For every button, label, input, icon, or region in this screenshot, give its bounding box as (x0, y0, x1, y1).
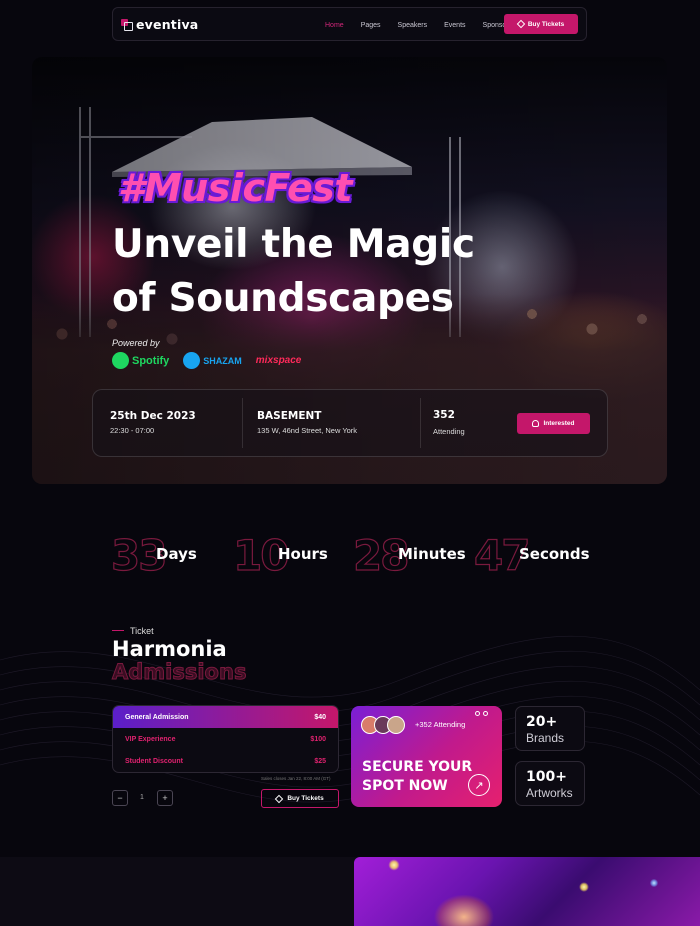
nav-buy-label: Buy Tickets (527, 20, 565, 28)
secure-spot-card[interactable]: +352 Attending SECURE YOUR SPOT NOW ↗ (351, 706, 502, 807)
secure-line-2: SPOT NOW (362, 778, 448, 794)
countdown-seconds-label: Seconds (519, 545, 590, 563)
stat-label: Artworks (526, 786, 573, 800)
nav-buy-tickets-button[interactable]: Buy Tickets (504, 14, 578, 34)
avatar (387, 716, 405, 734)
event-date: 25th Dec 2023 (110, 410, 196, 422)
event-time: 22:30 - 07:00 (110, 426, 155, 435)
ticket-tag-line (112, 630, 124, 631)
user-plus-icon (532, 420, 540, 427)
attending-count-label: +352 Attending (415, 720, 466, 729)
stat-label: Brands (526, 731, 565, 745)
stat-card-brands: 20+ Brands (515, 706, 585, 751)
headline-line-2: of Soundscapes (112, 276, 454, 321)
interested-label: Interested (543, 420, 575, 427)
event-address: 135 W, 46nd Street, New York (257, 426, 358, 435)
sales-close-note: Sales closes Jan 22, 8:00 AM (GT) (261, 776, 331, 781)
ticket-option-name: General Admission (125, 713, 189, 721)
interested-button[interactable]: Interested (517, 413, 590, 434)
nav-link-speakers[interactable]: Speakers (398, 22, 428, 29)
buy-tickets-button[interactable]: Buy Tickets (261, 789, 339, 808)
buy-tickets-label: Buy Tickets (287, 795, 324, 802)
shazam-icon (183, 352, 201, 369)
concert-performer-image (354, 857, 700, 926)
quantity-decrease-button[interactable]: − (112, 790, 128, 806)
quantity-increase-button[interactable]: + (157, 790, 173, 806)
powered-by-label: Powered by (112, 338, 160, 348)
headline-line-1: Unveil the Magic (112, 222, 475, 267)
ticket-option-name: Student Discount (125, 757, 183, 765)
ticket-tag: Ticket (130, 626, 154, 636)
ticket-option-general[interactable]: General Admission $40 (113, 706, 338, 728)
ticket-option-name: VIP Experience (125, 735, 176, 743)
ticket-option-student[interactable]: Student Discount $25 (113, 750, 338, 772)
quantity-value: 1 (140, 794, 144, 801)
shazam-text: SHAZAM (203, 355, 242, 366)
logo-text: eventiva (136, 16, 199, 32)
ticket-icon (275, 794, 284, 803)
stat-value: 20+ (526, 714, 558, 730)
secure-line-1: SECURE YOUR (362, 759, 473, 775)
stat-value: 100+ (526, 769, 567, 785)
carousel-dots (475, 711, 488, 716)
spotify-logo: Spotify (112, 352, 169, 369)
nav-link-pages[interactable]: Pages (361, 22, 381, 29)
nav-link-home[interactable]: Home (325, 22, 344, 29)
shazam-logo: SHAZAM (183, 352, 242, 369)
spotify-icon (112, 352, 129, 369)
wave-lines-graphic (0, 635, 700, 803)
ticket-icon (516, 19, 526, 29)
hero-headline: Unveil the Magic of Soundscapes (112, 218, 532, 326)
ticket-option-vip[interactable]: VIP Experience $100 (113, 728, 338, 750)
mixspace-text: mixspace (255, 355, 302, 366)
countdown-hours-label: Hours (278, 545, 328, 563)
mixspace-logo: mixspace (256, 355, 302, 366)
navbar: eventiva Home Pages Speakers Events Spon… (112, 7, 587, 41)
sponsor-logos: Spotify SHAZAM mixspace (112, 352, 301, 369)
info-divider (420, 398, 421, 448)
info-divider (242, 398, 243, 448)
secure-spot-text: SECURE YOUR SPOT NOW (362, 758, 482, 796)
ticket-price-list: General Admission $40 VIP Experience $10… (112, 705, 339, 773)
countdown-days-label: Days (156, 545, 197, 563)
stat-card-artworks: 100+ Artworks (515, 761, 585, 806)
hero-hashtag: #MusicFest (118, 166, 353, 210)
ticket-option-price: $40 (314, 713, 326, 721)
attending-label: Attending (433, 427, 465, 436)
ticket-heading: Harmonia (112, 637, 227, 661)
spotify-text: Spotify (132, 354, 170, 367)
event-venue: BASEMENT (257, 410, 322, 422)
attending-count: 352 (433, 409, 455, 421)
countdown-minutes-label: Minutes (398, 545, 466, 563)
arrow-up-right-icon[interactable]: ↗ (468, 774, 490, 796)
carousel-dot[interactable] (475, 711, 480, 716)
ticket-option-price: $100 (310, 735, 326, 743)
nav-link-events[interactable]: Events (444, 22, 465, 29)
carousel-dot[interactable] (483, 711, 488, 716)
ticket-subheading: Admissions (111, 660, 247, 685)
logo[interactable]: eventiva (121, 17, 198, 32)
logo-mark-icon (121, 19, 133, 31)
nav-links: Home Pages Speakers Events Sponsors (325, 8, 529, 42)
ticket-option-price: $25 (314, 757, 326, 765)
attendee-avatars (361, 716, 405, 734)
